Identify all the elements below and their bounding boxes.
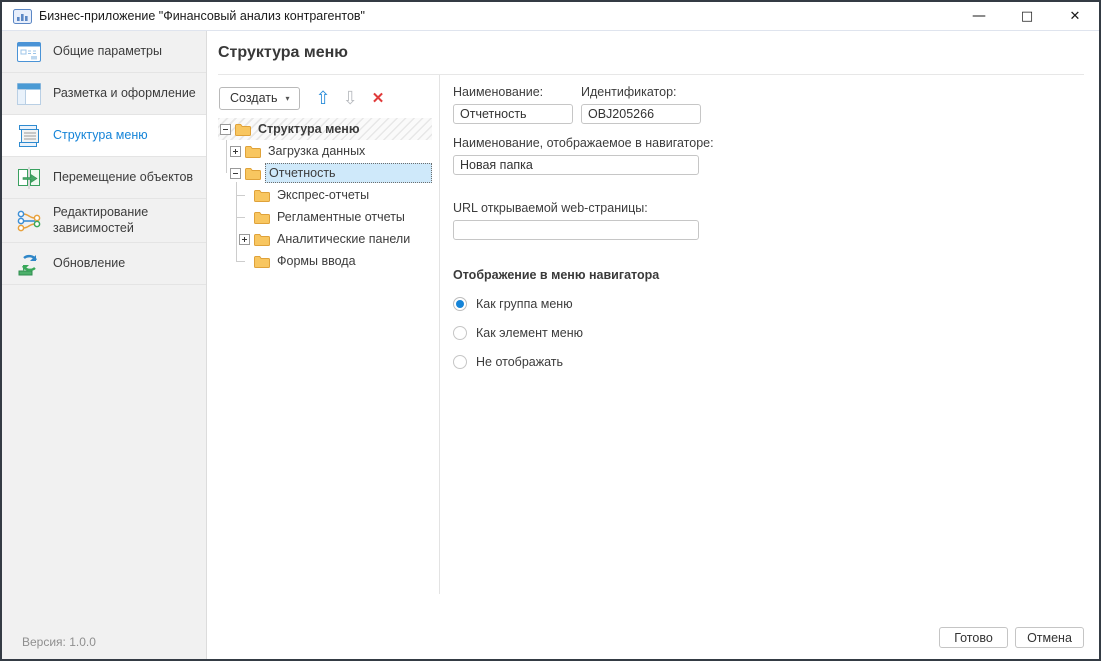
sidebar-item-menu-structure[interactable]: Структура меню: [2, 115, 206, 157]
name-input[interactable]: [453, 104, 573, 124]
tree-node-input-forms[interactable]: Формы ввода: [218, 250, 432, 272]
url-label: URL открываемой web-страницы:: [453, 201, 648, 215]
tree-toolbar: Создать ▾ ⇧ ⇩ ✕: [219, 86, 432, 110]
menu-structure-tree: Структура меню Загрузка данных Отчетност…: [218, 118, 432, 272]
display-mode-group-label: Отображение в меню навигатора: [453, 268, 660, 282]
radio-label: Не отображать: [476, 355, 564, 369]
move-down-icon[interactable]: ⇩: [343, 89, 358, 107]
sidebar-item-edit-dependencies[interactable]: Редактирование зависимостей: [2, 199, 206, 244]
identifier-input[interactable]: [581, 104, 701, 124]
minimize-icon[interactable]: —: [955, 2, 1003, 30]
page-title: Структура меню: [218, 44, 348, 61]
folder-icon: [254, 255, 270, 268]
sidebar-item-label: Перемещение объектов: [53, 169, 194, 184]
tree-node-express-reports[interactable]: Экспрес-отчеты: [218, 184, 432, 206]
name-label: Наименование:: [453, 85, 544, 99]
collapse-icon[interactable]: [230, 167, 241, 179]
tree-node-label: Формы ввода: [277, 254, 356, 268]
refresh-icon: [15, 250, 43, 278]
main-panel: Структура меню Создать ▾ ⇧ ⇩ ✕ Структура…: [207, 31, 1099, 659]
expand-icon[interactable]: [239, 233, 250, 245]
radio-do-not-display[interactable]: Не отображать: [453, 355, 1099, 369]
delete-icon[interactable]: ✕: [372, 91, 385, 106]
window-title: Бизнес-приложение "Финансовый анализ кон…: [39, 9, 365, 23]
navigator-name-label: Наименование, отображаемое в навигаторе:: [453, 136, 714, 150]
tree-node-label: Регламентные отчеты: [277, 210, 405, 224]
chevron-down-icon: ▾: [285, 93, 290, 103]
folder-icon: [254, 233, 270, 246]
tree-node-data-load[interactable]: Загрузка данных: [218, 140, 432, 162]
tree-node-label: Экспрес-отчеты: [277, 188, 370, 202]
collapse-icon[interactable]: [220, 123, 231, 135]
sidebar: Общие параметры Разметка и оформление Ст…: [2, 31, 207, 659]
app-version: Версия: 1.0.0: [22, 635, 96, 649]
move-up-icon[interactable]: ⇧: [316, 89, 331, 107]
maximize-icon[interactable]: □: [1003, 2, 1051, 30]
navigator-name-input[interactable]: [453, 155, 699, 175]
window-controls: — □ ✕: [955, 2, 1099, 30]
radio-selected-icon[interactable]: [453, 297, 467, 311]
identifier-label: Идентификатор:: [581, 85, 677, 99]
tree-pane: Создать ▾ ⇧ ⇩ ✕ Структура меню Загрузка …: [218, 75, 440, 594]
close-icon[interactable]: ✕: [1051, 2, 1099, 30]
sidebar-item-move-objects[interactable]: Перемещение объектов: [2, 157, 206, 199]
folder-icon: [254, 211, 270, 224]
folder-icon: [235, 123, 251, 136]
cancel-button[interactable]: Отмена: [1015, 627, 1084, 648]
menu-structure-icon: [15, 122, 43, 150]
radio-unselected-icon[interactable]: [453, 355, 467, 369]
sidebar-item-update[interactable]: Обновление: [2, 243, 206, 286]
tree-node-reporting[interactable]: Отчетность: [218, 162, 432, 184]
sidebar-item-layout[interactable]: Разметка и оформление: [2, 73, 206, 115]
tree-node-regulated-reports[interactable]: Регламентные отчеты: [218, 206, 432, 228]
layout-icon: [15, 80, 43, 108]
radio-as-menu-item[interactable]: Как элемент меню: [453, 326, 1099, 340]
move-objects-icon: [15, 164, 43, 192]
sidebar-item-label: Редактирование зависимостей: [53, 205, 149, 235]
tree-node-label: Структура меню: [258, 122, 360, 136]
tree-node-label-selected: Отчетность: [265, 163, 432, 183]
tree-node-analytic-panels[interactable]: Аналитические панели: [218, 228, 432, 250]
create-button-label: Создать: [230, 91, 278, 105]
properties-form: Наименование: Идентификатор: Наименовани…: [440, 75, 1099, 369]
folder-icon: [254, 189, 270, 202]
sidebar-item-label: Обновление: [53, 255, 126, 270]
app-icon: [13, 8, 32, 24]
radio-label: Как группа меню: [476, 297, 573, 311]
sidebar-item-label: Разметка и оформление: [53, 85, 196, 100]
url-input[interactable]: [453, 220, 699, 240]
footer-buttons: Готово Отмена: [939, 627, 1084, 648]
title-bar: Бизнес-приложение "Финансовый анализ кон…: [2, 2, 1099, 31]
sidebar-item-general-params[interactable]: Общие параметры: [2, 31, 206, 73]
folder-icon: [245, 145, 261, 158]
app-window: Бизнес-приложение "Финансовый анализ кон…: [0, 0, 1101, 661]
tree-node-root[interactable]: Структура меню: [218, 118, 432, 140]
dependencies-icon: [15, 207, 43, 235]
tree-node-label: Аналитические панели: [277, 232, 411, 246]
general-params-icon: [15, 38, 43, 66]
radio-as-menu-group[interactable]: Как группа меню: [453, 297, 1099, 311]
create-button[interactable]: Создать ▾: [219, 86, 300, 110]
folder-icon: [245, 167, 261, 180]
tree-node-label: Загрузка данных: [268, 144, 366, 158]
sidebar-item-label: Структура меню: [53, 127, 148, 142]
radio-unselected-icon[interactable]: [453, 326, 467, 340]
radio-label: Как элемент меню: [476, 326, 583, 340]
done-button[interactable]: Готово: [939, 627, 1008, 648]
expand-icon[interactable]: [230, 145, 241, 157]
sidebar-item-label: Общие параметры: [53, 43, 162, 58]
